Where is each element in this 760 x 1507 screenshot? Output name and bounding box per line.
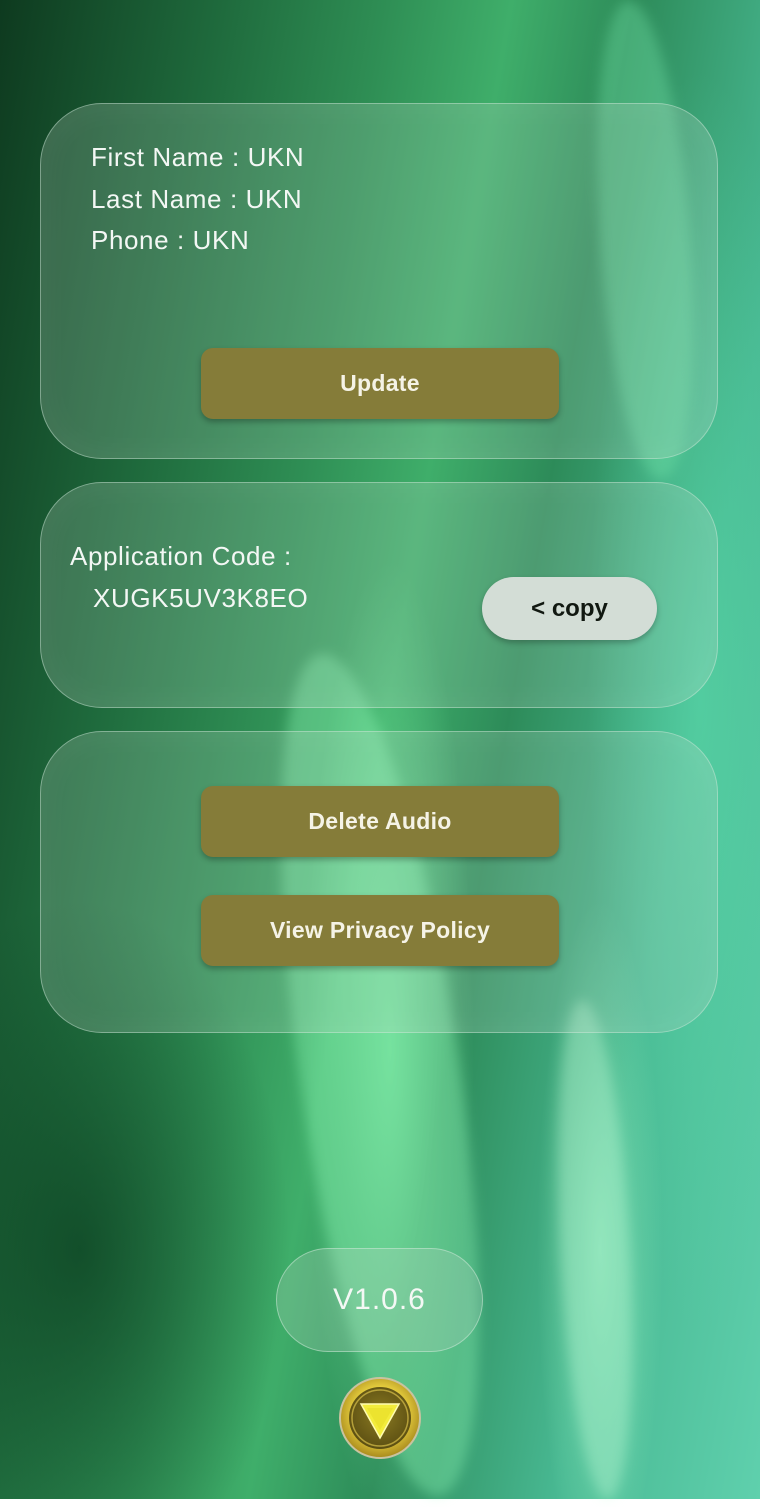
application-code-card: Application Code : XUGK5UV3K8EO < copy: [40, 482, 718, 708]
delete-audio-button[interactable]: Delete Audio: [201, 786, 559, 857]
update-button[interactable]: Update: [201, 348, 559, 419]
delete-audio-button-label: Delete Audio: [308, 808, 452, 834]
update-button-label: Update: [340, 370, 420, 396]
version-badge: V1.0.6: [276, 1248, 483, 1352]
copy-button-label: < copy: [531, 594, 608, 622]
actions-card: Delete Audio View Privacy Policy: [40, 731, 718, 1033]
background-light-streak: [546, 998, 644, 1502]
application-code-value: XUGK5UV3K8EO: [93, 583, 309, 613]
copy-button[interactable]: < copy: [482, 577, 657, 640]
phone-text: Phone : UKN: [91, 225, 250, 255]
view-privacy-policy-button-label: View Privacy Policy: [269, 917, 491, 943]
last-name-text: Last Name : UKN: [91, 184, 303, 214]
first-name-text: First Name : UKN: [91, 142, 305, 172]
application-code-label: Application Code :: [70, 541, 292, 571]
version-text: V1.0.6: [333, 1283, 426, 1316]
gold-triangle-emblem-icon[interactable]: [339, 1377, 421, 1459]
view-privacy-policy-button[interactable]: View Privacy Policy: [201, 895, 559, 966]
profile-card: First Name : UKN Last Name : UKN Phone :…: [40, 103, 718, 459]
